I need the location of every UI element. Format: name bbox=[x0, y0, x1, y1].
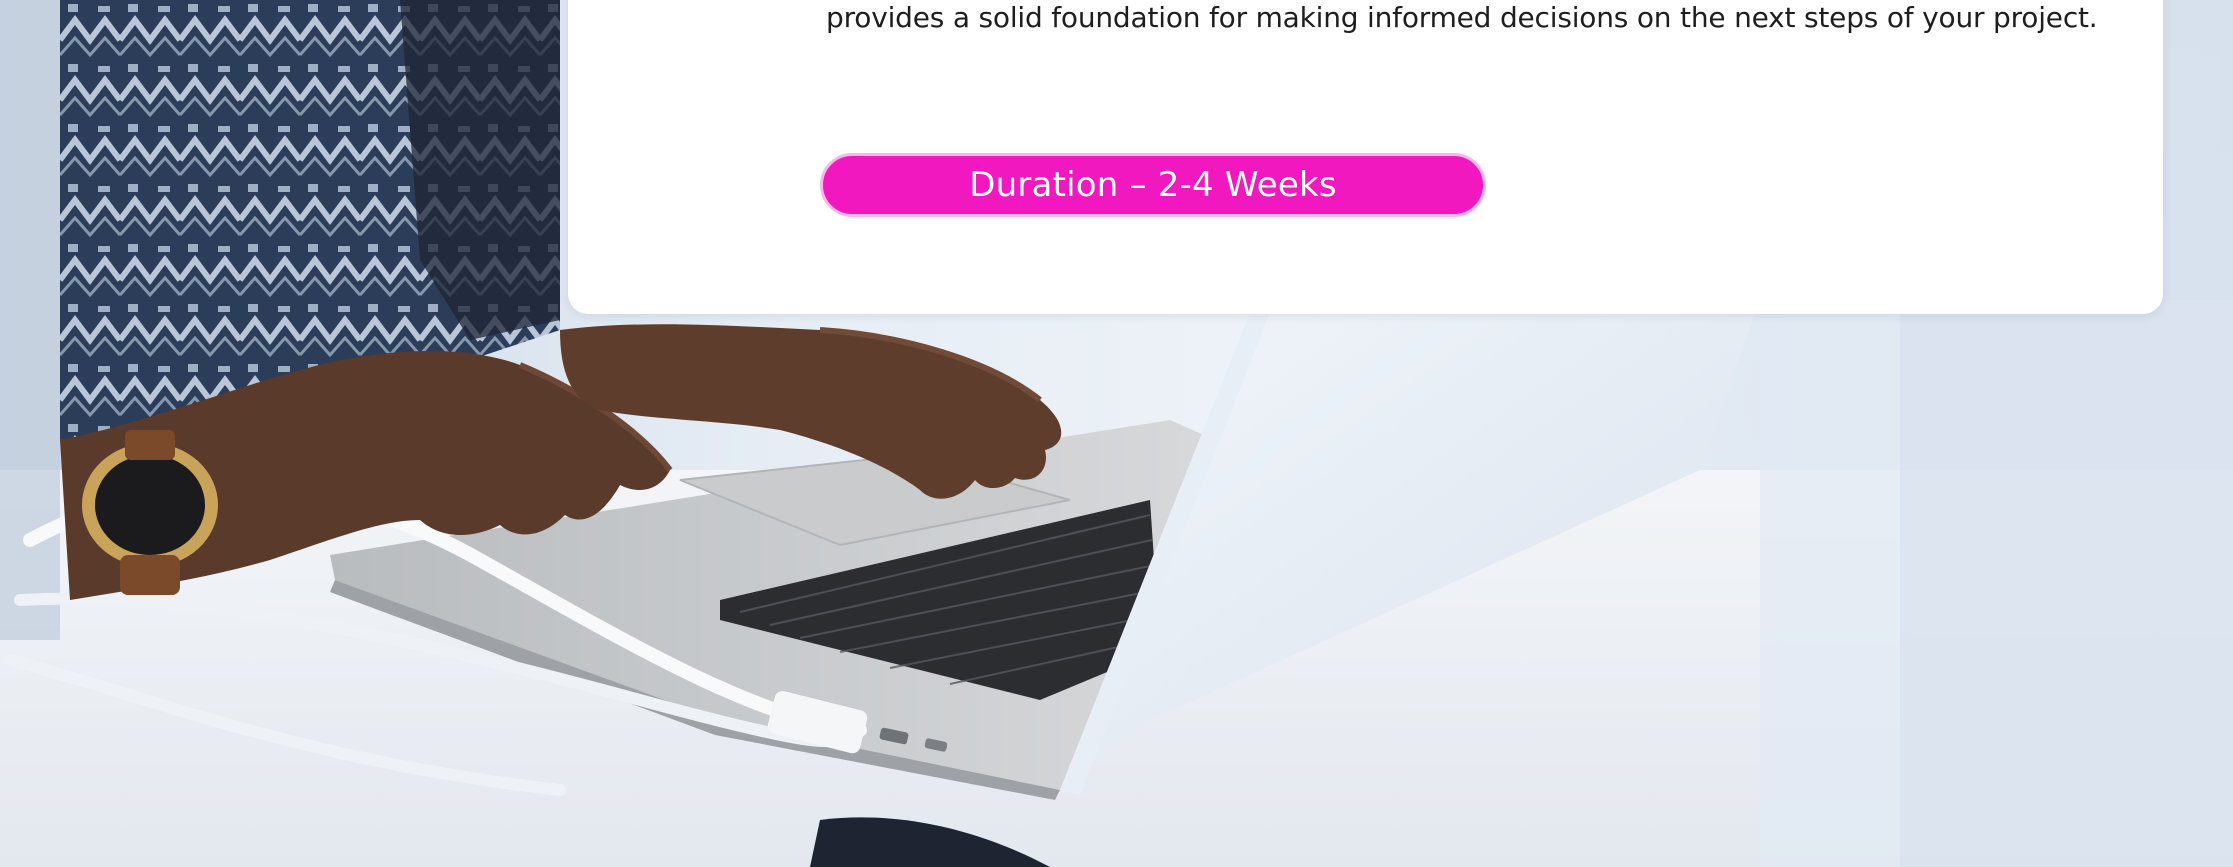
card-body-text: provides a solid foundation for making i… bbox=[826, 1, 2098, 34]
duration-badge[interactable]: Duration – 2-4 Weeks bbox=[820, 153, 1486, 217]
